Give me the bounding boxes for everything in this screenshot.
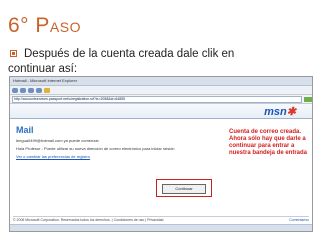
msn-header: msn✱ [10,104,312,119]
forward-icon[interactable] [20,87,26,93]
address-bar: http://accountservices.passport.net/uire… [10,95,312,104]
favorites-icon[interactable] [44,87,50,93]
continue-button[interactable]: Continuar [162,184,206,194]
msn-logo: msn✱ [264,105,296,118]
slide-title: 6° PASO [8,14,81,38]
back-icon[interactable] [12,87,18,93]
annotation-note: Cuenta de correo creada. Ahora sólo hay … [229,129,308,156]
msn-butterfly-icon: ✱ [286,106,296,118]
stop-icon[interactable] [28,87,34,93]
page-footer: © 2006 Microsoft Corporation. Reservados… [13,216,309,223]
window-titlebar: Hotmail - Microsoft Internet Explorer [10,77,312,86]
browser-toolbar [10,86,312,95]
title-main: 6° P [8,14,50,37]
bullet-line-1: Después de la cuenta creada dale clik en [24,48,235,60]
msn-logo-text: msn [264,106,287,118]
address-input[interactable]: http://accountservices.passport.net/uire… [12,95,302,103]
refresh-icon[interactable] [36,87,42,93]
bullet-line-2: continuar así: [8,63,78,75]
bullet-icon [10,50,17,57]
status-bar [10,224,312,231]
title-small: ASO [49,19,81,35]
footer-copyright: © 2006 Microsoft Corporation. Reservados… [13,218,164,222]
footer-comments-link[interactable]: Comentarios [289,217,309,223]
embedded-screenshot: Hotmail - Microsoft Internet Explorer ht… [9,76,313,232]
go-button[interactable] [304,96,312,102]
